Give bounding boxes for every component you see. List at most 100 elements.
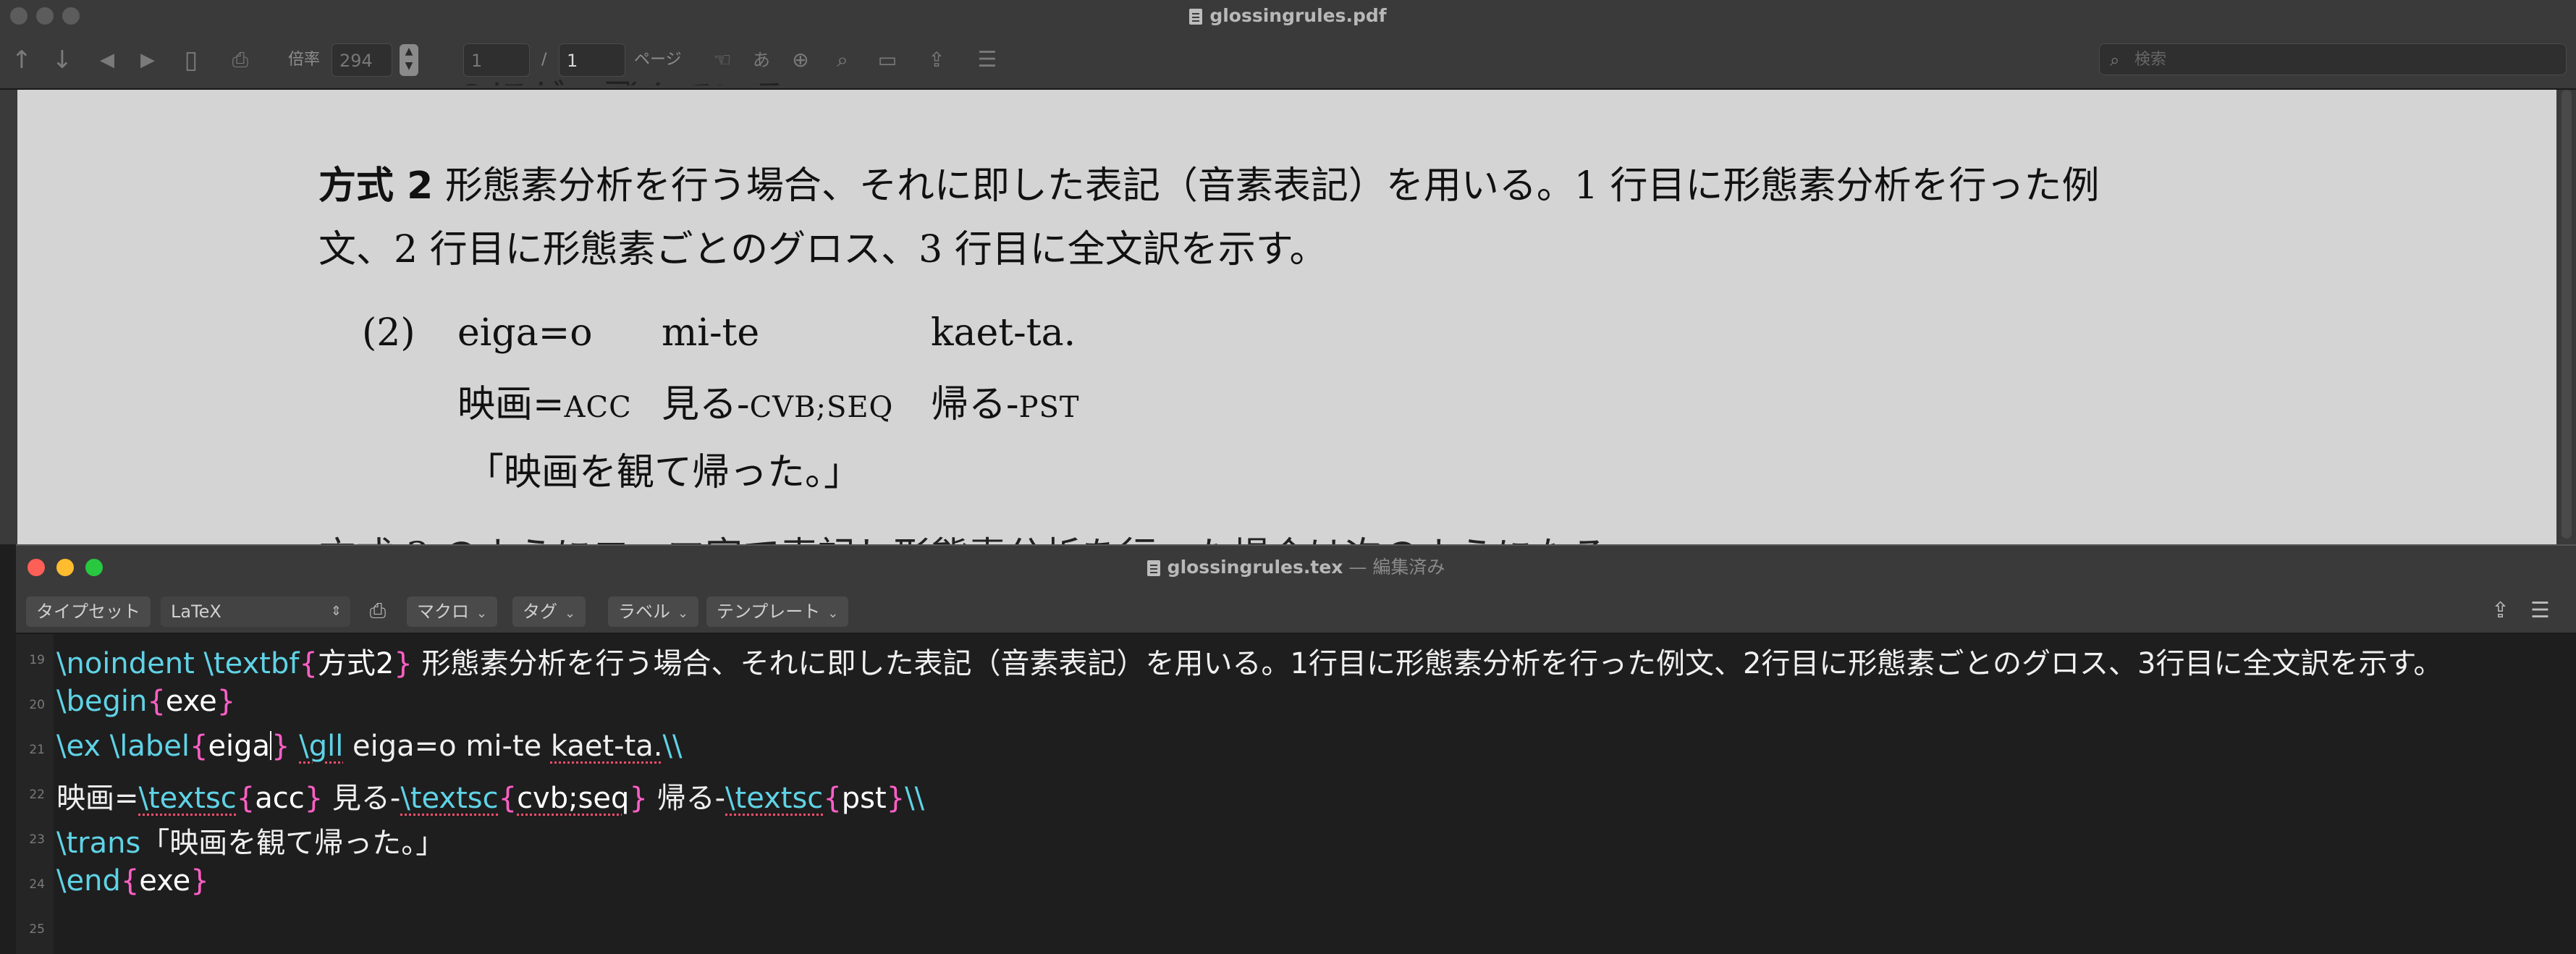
code-line-25[interactable]: 25 (16, 903, 2576, 948)
tex-command: \textsc (725, 782, 824, 815)
triangle-left-icon[interactable]: ◀ (94, 32, 120, 88)
line-number: 23 (29, 832, 45, 847)
pdf-gloss-line-2a: 映画=ACC (457, 373, 632, 428)
pdf-gloss2-sc-3: PST (1018, 391, 1080, 424)
pdf-gloss-word-3: kaet-ta. (931, 311, 1076, 355)
code-line-23[interactable]: 23 \trans「映画を観て帰った。」 (16, 814, 2576, 861)
search-field[interactable]: ⌕ 検索 (2099, 43, 2567, 75)
pdf-scrollbar[interactable] (2562, 90, 2572, 539)
stepper-icon[interactable]: ▲ ▼ (400, 44, 418, 76)
pdf-page-area[interactable]: のほが一飛んでいる 方式 2 形態素分析を行う場合、それに即した表記（音素表記）… (0, 77, 2576, 544)
code-line-22[interactable]: 22 映画=\textsc{acc} 見る-\textsc{cvb;seq} 帰… (16, 769, 2576, 815)
tex-titlebar: glossingrules.tex — 編集済み (16, 546, 2576, 589)
arrow-down-icon[interactable]: ↓ (48, 32, 77, 88)
tex-editor-window: glossingrules.tex — 編集済み タイプセット LaTeX ⇕ ⎙… (16, 544, 2576, 954)
line-number: 21 (29, 743, 45, 757)
template-menu-label: テンプレート (717, 601, 821, 622)
line-number: 19 (29, 653, 45, 667)
chevron-down-icon: ⌄ (476, 606, 488, 621)
engine-select-value: LaTeX (171, 601, 221, 622)
marquee-icon[interactable]: ▭ (873, 32, 902, 88)
tex-linebreak: \\ (905, 782, 925, 815)
pdf-gloss-word-2: mi-te (662, 311, 760, 355)
pdf-gloss2-sc-2: CVB;SEQ (749, 391, 894, 424)
tex-command: \textsc (400, 782, 499, 815)
tag-menu[interactable]: タグ ⌄ (512, 596, 586, 627)
label-menu[interactable]: ラベル ⌄ (608, 596, 699, 627)
code-line-20[interactable]: 20 \begin{exe} (16, 679, 2576, 724)
template-menu[interactable]: テンプレート ⌄ (706, 596, 849, 627)
code-editor[interactable]: 19 \noindent \textbf{方式2} 形態素分析を行う場合、それに… (16, 634, 2576, 954)
single-page-icon[interactable]: ▯ (178, 32, 204, 88)
chevron-down-icon: ⌄ (677, 606, 689, 621)
line-number: 24 (29, 877, 45, 892)
zoom-label: 倍率 (288, 51, 321, 69)
tex-command: \textsc (138, 782, 237, 815)
edit-status: 編集済み (1372, 557, 1445, 578)
label-menu-label: ラベル (618, 601, 670, 622)
title-separator: — (1348, 557, 1367, 578)
zoom-in-icon[interactable]: ⊕ (787, 32, 814, 88)
search-placeholder: 検索 (2134, 51, 2167, 69)
pdf-toolbar: ↑ ↓ ◀ ▶ ▯ ⎙ 倍率 294 ▲ ▼ 1 / 1 ページ ☜ あ ⊕ ⌕ … (0, 32, 2576, 90)
print-icon[interactable]: ⎙ (363, 589, 392, 633)
pdf-window-title: glossingrules.pdf (0, 0, 2576, 32)
pdf-method-line-1: 方式 2 形態素分析を行う場合、それに即した表記（音素表記）を用いる。1 行目に… (318, 155, 2099, 209)
tex-file-icon (1146, 560, 1160, 576)
pdf-method-text-1: 形態素分析を行う場合、それに即した表記（音素表記）を用いる。1 行目に形態素分析… (444, 164, 2100, 208)
pdf-gloss2-base-1: 映画= (457, 383, 565, 426)
tex-argument: exe (139, 864, 191, 898)
code-text: \end{exe} (56, 864, 209, 898)
tex-argument: 方式2 (317, 647, 394, 680)
tex-text: 形態素分析を行う場合、それに即した表記（音素表記）を用いる。1行目に形態素分析を… (412, 647, 2443, 680)
tag-menu-label: タグ (523, 601, 557, 622)
zoom-out-icon[interactable]: ⌕ (829, 32, 856, 88)
print-icon[interactable]: ⎙ (226, 32, 255, 88)
code-line-19[interactable]: 19 \noindent \textbf{方式2} 形態素分析を行う場合、それに… (16, 634, 2576, 680)
tex-argument: acc (255, 782, 305, 815)
chevron-updown-icon: ⇕ (330, 604, 342, 619)
pdf-partial-bottom-line: 方式 3 のようにローマ字で表記し形態素分析を行った場合は次のようになる (318, 525, 1608, 544)
tex-command: \noindent \textbf (56, 647, 300, 680)
pdf-titlebar: glossingrules.pdf (0, 0, 2576, 32)
pdf-gloss2-base-3: 帰る- (931, 383, 1019, 426)
typeset-button[interactable]: タイプセット (26, 596, 151, 627)
pdf-method-label: 方式 2 (318, 164, 434, 208)
engine-select[interactable]: LaTeX ⇕ (161, 596, 350, 627)
pdf-gloss2-sc-1: ACC (564, 391, 632, 424)
layout-icon[interactable]: ☰ (970, 32, 1005, 88)
line-number: 25 (29, 922, 45, 937)
tex-linebreak: \\ (662, 730, 683, 763)
pdf-translation: 「映画を観て帰った。」 (466, 451, 862, 494)
layout-icon[interactable]: ☰ (2530, 589, 2550, 633)
arrow-up-icon[interactable]: ↑ (7, 32, 36, 88)
pdf-gloss-line-2c: 帰る-PST (931, 373, 1080, 428)
tex-text: 見る- (323, 782, 401, 815)
pdf-gloss2-base-2: 見る- (662, 383, 750, 426)
tex-text-misspelled: kaet-ta. (550, 730, 663, 763)
tex-filename: glossingrules.tex (1167, 557, 1343, 578)
tex-text: 「映画を観て帰った。」 (140, 827, 445, 860)
tex-argument: pst (841, 782, 887, 815)
code-text: \ex \label{eiga} \gll eiga=o mi-te kaet-… (56, 730, 683, 763)
share-icon[interactable]: ⇪ (2491, 589, 2509, 633)
tex-argument: exe (165, 685, 217, 718)
pdf-viewer-window: glossingrules.pdf ↑ ↓ ◀ ▶ ▯ ⎙ 倍率 294 ▲ ▼ … (0, 0, 2576, 544)
code-text: \begin{exe} (56, 685, 236, 718)
code-line-21[interactable]: 21 \ex \label{eiga} \gll eiga=o mi-te ka… (16, 724, 2576, 769)
tex-argument: cvb;seq (517, 782, 630, 815)
share-icon[interactable]: ⇪ (924, 32, 950, 88)
tex-command: \trans (56, 827, 141, 860)
tex-command: \ex \label (56, 730, 190, 763)
pdf-example-number: (2) (362, 311, 415, 355)
zoom-input[interactable]: 294 (331, 43, 392, 77)
line-number: 20 (29, 698, 45, 712)
pdf-gloss-line-2b: 見る-CVB;SEQ (662, 373, 893, 428)
triangle-right-icon[interactable]: ▶ (135, 32, 161, 88)
macro-menu[interactable]: マクロ ⌄ (407, 596, 498, 627)
code-line-24[interactable]: 24 \end{exe} (16, 858, 2576, 903)
code-text: \trans「映画を観て帰った。」 (56, 819, 444, 861)
pdf-file-icon (1189, 9, 1203, 25)
tex-text: 帰る- (647, 782, 726, 815)
pdf-filename: glossingrules.pdf (1209, 5, 1387, 26)
